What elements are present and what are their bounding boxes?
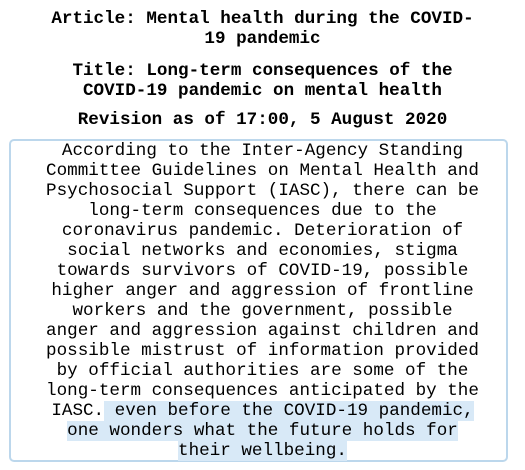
highlighted-text: even before the COVID-19 pandemic, xyxy=(104,401,474,421)
text-line: Committee Guidelines on Mental Health an… xyxy=(46,161,479,181)
revision-heading: Revision as of 17:00, 5 August 2020 xyxy=(77,110,448,130)
highlighted-text: their wellbeing. xyxy=(178,441,347,461)
text-line: long-term consequences due to the xyxy=(88,201,437,221)
text-line: higher anger and aggression of frontline xyxy=(51,281,474,301)
text-line: social networks and economies, stigma xyxy=(67,241,458,261)
text-line: one wonders what the future holds for xyxy=(0,421,525,441)
text-line: towards survivors of COVID-19, possible xyxy=(56,261,469,281)
text-line: their wellbeing. xyxy=(0,441,525,461)
text-line: workers and the government, possible xyxy=(72,301,453,321)
article-heading-line-2: 19 pandemic xyxy=(204,29,321,49)
text-line: anger and aggression against children an… xyxy=(46,321,479,341)
text-line: IASC. even before the COVID-19 pandemic, xyxy=(0,401,525,421)
text-line: Psychosocial Support (IASC), there can b… xyxy=(46,181,479,201)
text-line: by official authorities are some of the xyxy=(56,361,469,381)
highlighted-text: one wonders what the future holds for xyxy=(67,421,458,441)
text-line: According to the Inter-Agency Standing xyxy=(61,141,464,161)
text-line: long-term consequences anticipated by th… xyxy=(46,381,479,401)
text-line: possible mistrust of information provide… xyxy=(46,341,479,361)
text-line: coronavirus pandemic. Deterioration of xyxy=(61,221,464,241)
title-heading-line-2: COVID-19 pandemic on mental health xyxy=(83,81,442,101)
text-segment: IASC. xyxy=(51,401,105,421)
article-heading-line-1: Article: Mental health during the COVID- xyxy=(51,9,474,29)
title-heading-line-1: Title: Long-term consequences of the xyxy=(72,61,453,81)
